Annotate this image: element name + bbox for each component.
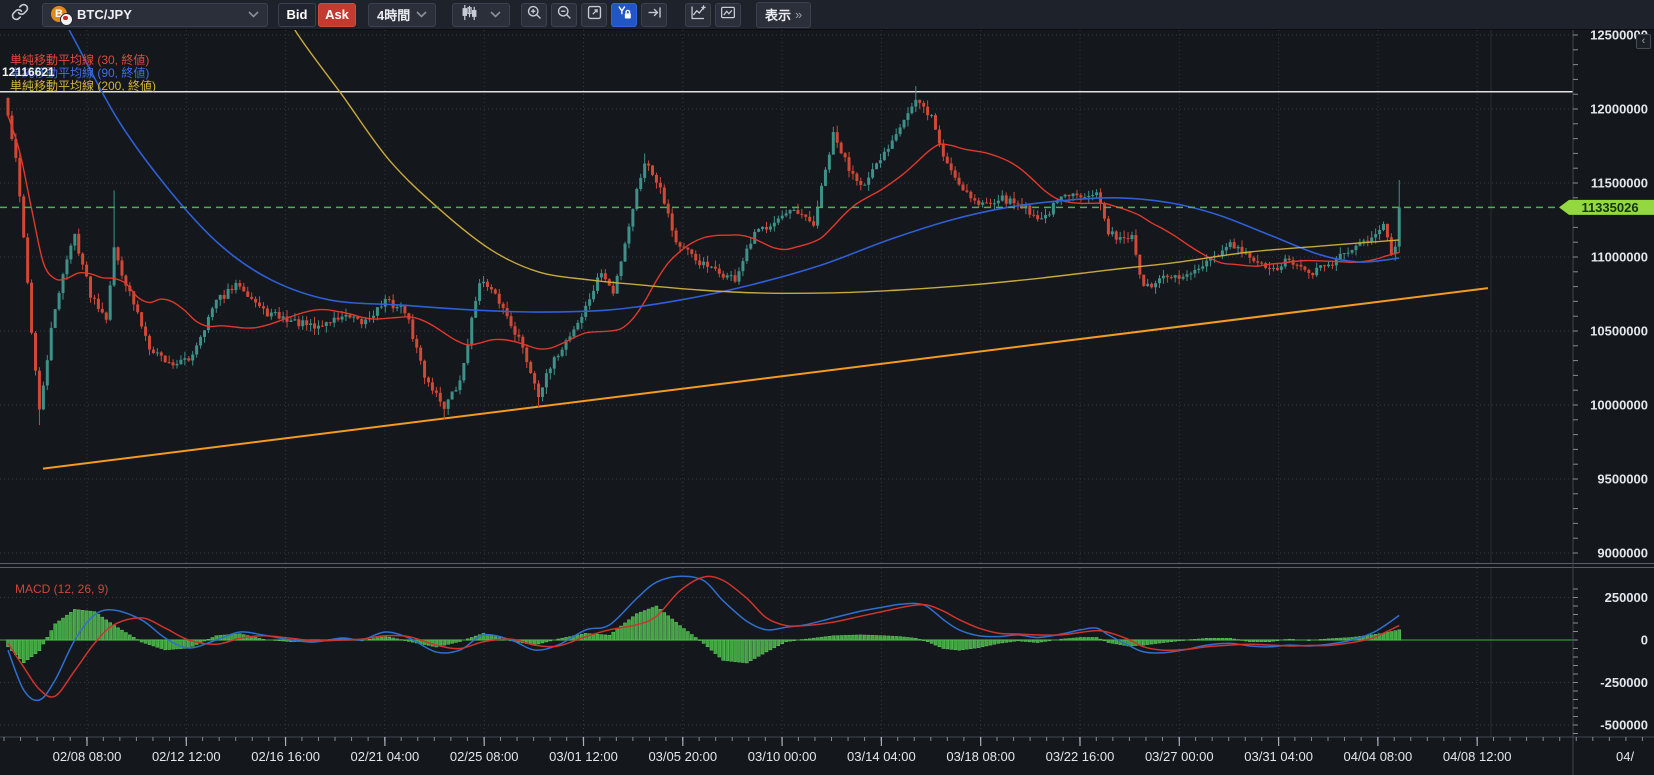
svg-text:02/16 16:00: 02/16 16:00 [251,749,320,764]
jpy-flag-icon [60,12,73,26]
svg-text:03/18 08:00: 03/18 08:00 [946,749,1015,764]
zoom-out-button[interactable] [551,2,577,27]
svg-text:04/04 08:00: 04/04 08:00 [1344,749,1413,764]
svg-text:12000000: 12000000 [1590,102,1648,117]
legend-macd[interactable]: MACD (12, 26, 9) [15,582,108,596]
chart-type-select[interactable] [452,2,510,27]
svg-text:11335026: 11335026 [1581,200,1638,215]
svg-text:9000000: 9000000 [1597,545,1648,560]
bid-ask-group: Bid Ask [278,2,356,27]
chevron-down-icon [248,11,259,18]
svg-text:10500000: 10500000 [1590,323,1648,338]
svg-text:9500000: 9500000 [1597,471,1648,486]
zoom-in-button[interactable] [521,2,547,27]
svg-text:-250000: -250000 [1600,675,1648,690]
chart-snapshot-icon [719,4,737,26]
symbol-label: BTC/JPY [77,7,132,22]
chevron-down-icon [490,11,501,18]
fit-chart-icon [586,4,603,26]
indicator-legend: 単純移動平均線 (30, 終値) 単純移動平均線 (90, 終値) 単純移動平均… [2,54,156,93]
legend-sma200[interactable]: 単純移動平均線 (200, 終値) [10,80,156,93]
svg-text:10000000: 10000000 [1590,397,1648,412]
scroll-to-end-button[interactable] [641,2,667,27]
link-icon [11,3,29,26]
svg-text:04/: 04/ [1616,749,1634,764]
panel-splitter[interactable] [0,563,1654,568]
indicators-button[interactable] [685,2,711,27]
timeframe-label: 4時間 [377,8,411,23]
bid-button[interactable]: Bid [278,2,316,27]
display-menu-button[interactable]: 表示 » [756,1,812,28]
svg-text:04/08 12:00: 04/08 12:00 [1443,749,1512,764]
zoom-out-icon [556,4,573,26]
candlestick-icon [461,4,478,26]
snapshot-button[interactable] [715,2,741,27]
current-price-badge: 11335026 [1559,199,1654,215]
btc-jpy-pair-icon: B [51,5,73,26]
chart-link-button[interactable] [7,3,33,27]
svg-text:03/31 04:00: 03/31 04:00 [1244,749,1313,764]
horizontal-line-price-label: 12116621 [2,65,55,79]
collapse-chevron-icon: ‹ [1641,35,1646,47]
symbol-select[interactable]: B BTC/JPY [42,2,268,27]
double-chevron-icon: » [795,7,803,22]
svg-text:03/27 00:00: 03/27 00:00 [1145,749,1214,764]
fit-chart-button[interactable] [581,2,607,27]
svg-text:-500000: -500000 [1600,718,1648,733]
y-axis-lock-icon [615,4,633,26]
arrow-to-bar-icon [646,4,663,26]
axis-collapse-button[interactable]: ‹ [1636,34,1651,49]
svg-text:02/25 08:00: 02/25 08:00 [450,749,519,764]
svg-text:11000000: 11000000 [1591,249,1648,264]
zoom-in-icon [526,4,543,26]
svg-text:0: 0 [1641,633,1648,648]
svg-text:11500000: 11500000 [1591,176,1648,191]
object-tool-group [684,2,742,27]
svg-text:02/21 04:00: 02/21 04:00 [351,749,420,764]
y-axis-lock-button[interactable] [611,2,637,27]
zoom-tool-group [520,2,668,27]
svg-text:03/05 20:00: 03/05 20:00 [648,749,717,764]
svg-text:03/22 16:00: 03/22 16:00 [1046,749,1115,764]
svg-text:250000: 250000 [1605,590,1648,605]
trading-app-window: B BTC/JPY Bid Ask 4時間 表示 » 12500000 1200… [0,0,1654,775]
ask-button[interactable]: Ask [318,2,356,27]
chart-plus-icon [689,4,707,26]
svg-text:03/10 00:00: 03/10 00:00 [748,749,817,764]
svg-text:02/08 08:00: 02/08 08:00 [53,749,122,764]
timeframe-select[interactable]: 4時間 [368,2,436,27]
chart-toolbar: B BTC/JPY Bid Ask 4時間 表示 » [0,0,1654,30]
chevron-down-icon [416,11,427,18]
svg-text:03/01 12:00: 03/01 12:00 [549,749,618,764]
price-chart-canvas[interactable]: 1250000012000000115000001100000010500000… [0,0,1654,775]
display-label: 表示 [765,8,792,23]
svg-text:02/12 12:00: 02/12 12:00 [152,749,221,764]
svg-text:03/14 04:00: 03/14 04:00 [847,749,916,764]
